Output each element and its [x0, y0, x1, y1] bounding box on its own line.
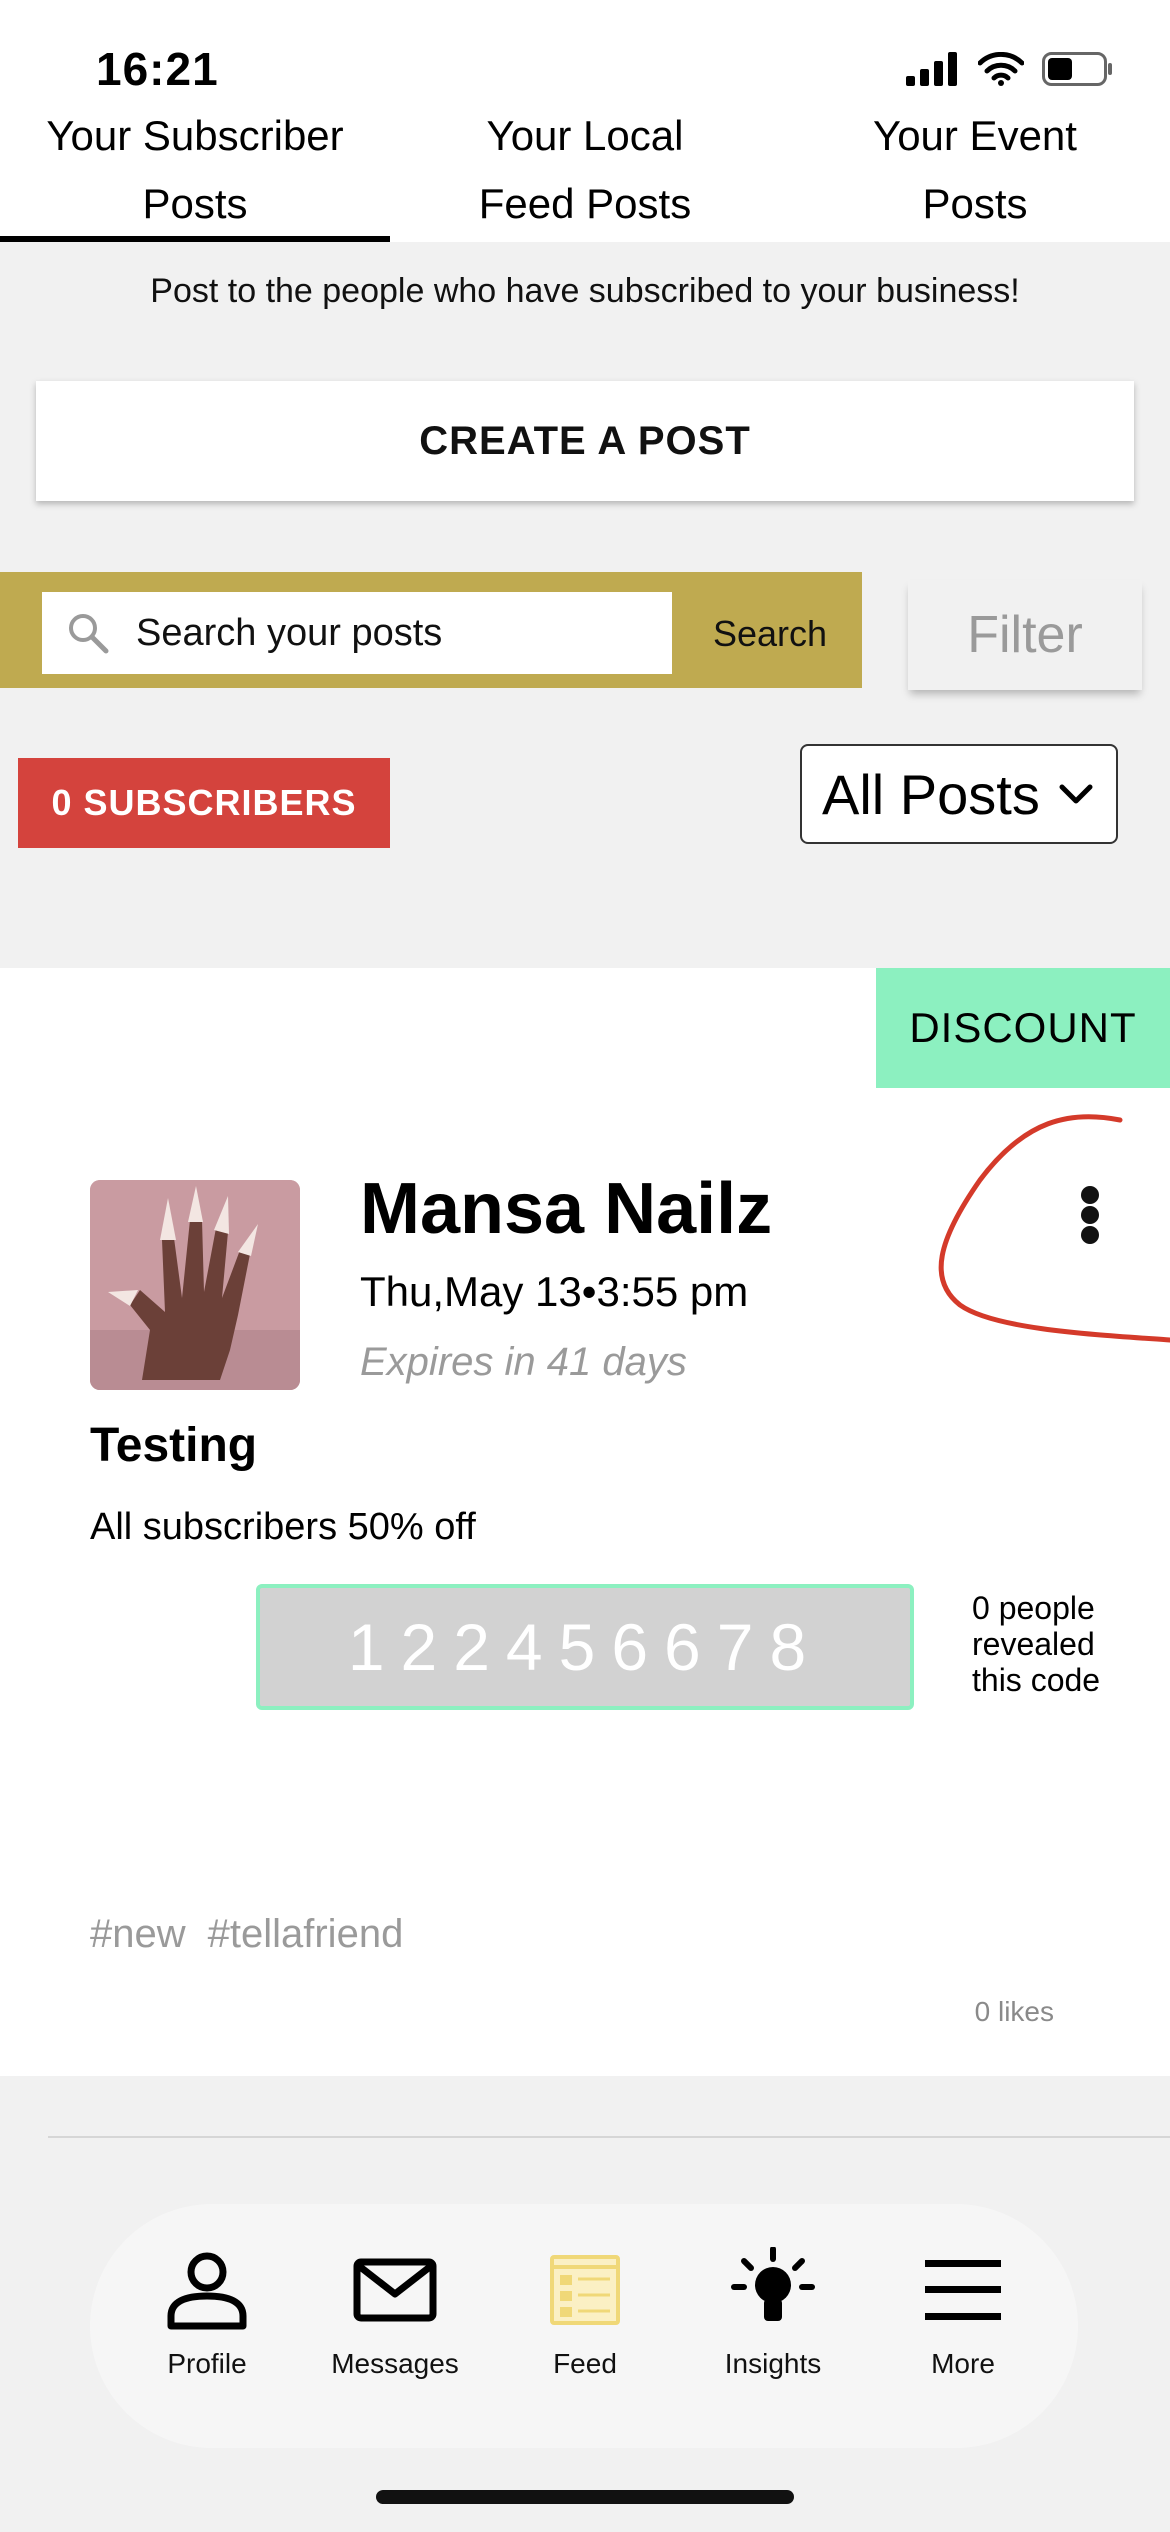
- person-icon: [167, 2252, 247, 2330]
- nav-label: Feed: [553, 2348, 617, 2379]
- hamburger-icon: [925, 2260, 1001, 2320]
- hand-nails-image: [90, 1180, 300, 1390]
- post-title: Testing: [90, 1419, 258, 1472]
- status-time: 16:21: [96, 43, 219, 95]
- annotation-circle-mark: [938, 1114, 1170, 1343]
- nav-label: Insights: [724, 2348, 822, 2379]
- feed-icon: [550, 2255, 620, 2325]
- post-date: Thu,May 13•3:55 pm: [360, 1268, 749, 1315]
- post-hashtags: #new #tellafriend: [90, 1912, 403, 1957]
- nav-label: Messages: [331, 2348, 459, 2379]
- tab-label-line1: Your Subscriber: [46, 112, 344, 159]
- discount-code[interactable]: 122456678: [256, 1584, 914, 1710]
- dot-icon: [1081, 1186, 1099, 1204]
- dot-icon: [1081, 1226, 1099, 1244]
- filter-button[interactable]: Filter: [908, 580, 1142, 690]
- hashtag[interactable]: #tellafriend: [208, 1912, 404, 1957]
- more-options-menu[interactable]: [1060, 1180, 1120, 1250]
- discount-tag: DISCOUNT: [876, 968, 1170, 1088]
- tab-label-line2: Feed Posts: [478, 180, 692, 227]
- tab-label-line1: Your Local: [486, 112, 684, 159]
- tab-label-line1: Your Event: [873, 112, 1077, 159]
- home-indicator: [376, 2490, 794, 2504]
- cellular-signal-icon: [906, 52, 957, 86]
- battery-icon: [1042, 52, 1112, 86]
- lightbulb-icon: [731, 2247, 815, 2321]
- likes-count: 0 likes: [974, 1996, 1054, 2027]
- nav-more[interactable]: More: [888, 2240, 1038, 2410]
- tab-event-posts[interactable]: Your Event Posts: [780, 100, 1170, 242]
- envelope-icon: [353, 2258, 437, 2322]
- post-body: All subscribers 50% off: [90, 1506, 476, 1548]
- info-text: Post to the people who have subscribed t…: [150, 272, 1020, 310]
- divider: [48, 2136, 1170, 2138]
- nav-feed[interactable]: Feed: [510, 2240, 660, 2410]
- nav-label: Profile: [167, 2348, 247, 2379]
- hashtag[interactable]: #new: [90, 1912, 186, 1957]
- search-button[interactable]: Search: [700, 604, 840, 664]
- tab-local-feed-posts[interactable]: Your Local Feed Posts: [390, 100, 780, 242]
- posts-select-value: All Posts: [822, 762, 1040, 826]
- tab-label-line2: Posts: [922, 180, 1028, 227]
- posts-select[interactable]: All Posts: [800, 744, 1118, 844]
- nav-messages[interactable]: Messages: [320, 2240, 470, 2410]
- tab-label-line2: Posts: [142, 180, 248, 227]
- dot-icon: [1081, 1206, 1099, 1224]
- search-field[interactable]: [42, 592, 672, 674]
- wifi-icon: [978, 52, 1024, 86]
- code-reveal-count: 0 people revealed this code: [972, 1590, 1101, 1698]
- status-icons: [906, 52, 1114, 86]
- post-expiry: Expires in 41 days: [360, 1340, 687, 1384]
- nav-insights[interactable]: Insights: [698, 2240, 848, 2410]
- create-post-button[interactable]: CREATE A POST: [36, 381, 1134, 501]
- search-icon: [69, 614, 109, 654]
- nav-profile[interactable]: Profile: [132, 2240, 282, 2410]
- chevron-down-icon: [1059, 784, 1093, 804]
- tab-subscriber-posts[interactable]: Your Subscriber Posts: [0, 100, 390, 242]
- business-name: Mansa Nailz: [360, 1169, 773, 1249]
- active-tab-underline: [0, 236, 390, 242]
- search-input[interactable]: [134, 610, 654, 656]
- business-avatar: [90, 1180, 300, 1390]
- subscribers-badge[interactable]: 0 SUBSCRIBERS: [18, 758, 390, 848]
- nav-label: More: [931, 2348, 995, 2379]
